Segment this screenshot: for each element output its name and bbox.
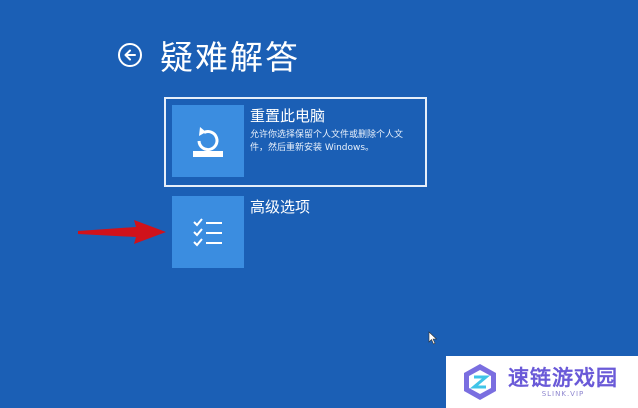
red-arrow-icon bbox=[78, 220, 166, 244]
option-reset-pc-tile bbox=[172, 105, 244, 177]
brand-logo-icon bbox=[464, 364, 496, 400]
watermark-url: SLINK.VIP bbox=[541, 390, 585, 398]
option-advanced-tile bbox=[172, 196, 244, 268]
watermark-name: 速链游戏园 bbox=[508, 366, 618, 390]
option-reset-pc-description: 允许你选择保留个人文件或删除个人文件，然后重新安装 Windows。 bbox=[250, 130, 404, 153]
mouse-cursor-icon bbox=[428, 331, 438, 345]
watermark-text: 速链游戏园 SLINK.VIP bbox=[508, 366, 618, 398]
option-reset-pc-text: 重置此电脑 允许你选择保留个人文件或删除个人文件，然后重新安装 Windows。 bbox=[250, 105, 415, 155]
reset-pc-icon bbox=[193, 127, 223, 157]
page-title: 疑难解答 bbox=[160, 38, 300, 77]
option-advanced-title: 高级选项 bbox=[250, 198, 311, 216]
back-button[interactable] bbox=[118, 43, 142, 67]
option-reset-pc[interactable]: 重置此电脑 允许你选择保留个人文件或删除个人文件，然后重新安装 Windows。 bbox=[164, 97, 427, 187]
option-advanced-text: 高级选项 bbox=[250, 196, 310, 216]
header: 疑难解答 bbox=[118, 30, 300, 80]
watermark: 速链游戏园 SLINK.VIP bbox=[446, 356, 638, 408]
checklist-icon bbox=[193, 218, 222, 247]
arrow-left-icon bbox=[124, 49, 136, 61]
option-advanced[interactable]: 高级选项 bbox=[172, 196, 392, 270]
option-reset-pc-title: 重置此电脑 bbox=[250, 107, 326, 125]
